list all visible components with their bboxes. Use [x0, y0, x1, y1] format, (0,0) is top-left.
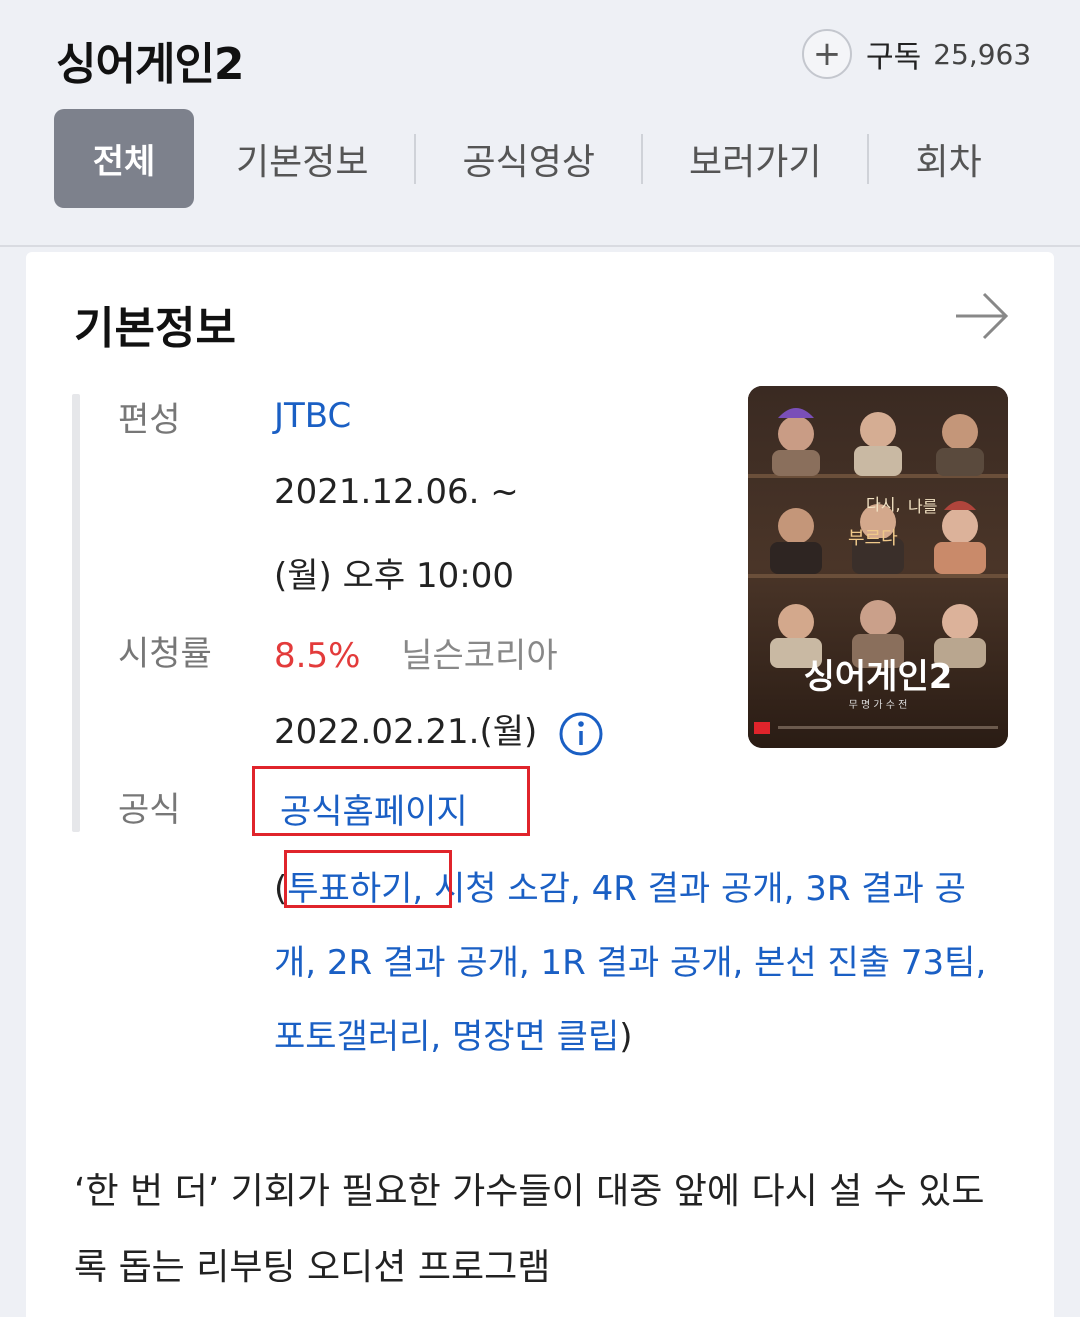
- tab-all[interactable]: 전체: [54, 109, 194, 208]
- highlight-box-homepage: [252, 766, 530, 836]
- round1-result-link[interactable]: 1R 결과 공개: [541, 943, 733, 983]
- svg-text:다시,: 다시,: [866, 495, 901, 514]
- tab-episodes[interactable]: 회차: [869, 134, 1027, 184]
- svg-text:무 명 가 수 전: 무 명 가 수 전: [849, 699, 908, 711]
- subscribe-button[interactable]: + 구독 25,963: [802, 28, 1031, 80]
- basic-info-card: 기본정보 편성 JTBC 2021.12.06. ~ (월) 오후 10:00 …: [26, 252, 1054, 1317]
- rating-date: 2022.02.21.(월): [274, 712, 538, 752]
- finalists-link[interactable]: 본선 진출 73팀: [754, 943, 975, 983]
- program-poster[interactable]: 다시, 나를 부르다 싱어게인2 무 명 가 수 전: [748, 386, 1008, 748]
- start-date: 2021.12.06. ~: [274, 472, 519, 512]
- arrow-right-icon[interactable]: [952, 290, 1012, 342]
- rating-value: 8.5%: [274, 636, 361, 676]
- poster-image: 다시, 나를 부르다 싱어게인2 무 명 가 수 전: [748, 386, 1008, 748]
- rating-row: 8.5% 닐슨코리아: [274, 628, 558, 677]
- broadcast-channel-link[interactable]: JTBC: [274, 396, 351, 436]
- broadcast-label: 편성: [118, 400, 181, 440]
- rating-source: 닐슨코리아: [401, 636, 558, 676]
- official-label: 공식: [118, 790, 181, 830]
- poster-title-text: 싱어게인2: [804, 657, 953, 697]
- info-icon[interactable]: [558, 711, 604, 757]
- program-title[interactable]: 싱어게인2: [56, 28, 245, 92]
- photo-gallery-link[interactable]: 포토갤러리: [274, 1017, 430, 1057]
- info-side-bar: [72, 394, 80, 832]
- rating-date-row: 2022.02.21.(월): [274, 704, 604, 757]
- svg-text:부르다: 부르다: [848, 528, 898, 549]
- svg-text:나를: 나를: [908, 497, 937, 516]
- subscribe-count: 25,963: [933, 37, 1032, 71]
- plus-icon: +: [802, 29, 852, 79]
- section-title: 기본정보: [74, 303, 236, 354]
- program-description: ‘한 번 더’ 기회가 필요한 가수들이 대중 앞에 다시 설 수 있도록 돕는…: [74, 1171, 985, 1288]
- round2-result-link[interactable]: 2R 결과 공개: [327, 943, 519, 983]
- viewer-review-link[interactable]: 시청 소감: [434, 869, 570, 909]
- rating-label: 시청률: [118, 634, 212, 674]
- tab-official-video[interactable]: 공식영상: [416, 134, 640, 184]
- tab-basic-info[interactable]: 기본정보: [194, 134, 414, 184]
- highlight-box-vote: [284, 850, 452, 908]
- subscribe-label: 구독: [866, 40, 922, 75]
- highlight-clip-link[interactable]: 명장면 클립: [452, 1017, 619, 1057]
- tab-bar: 전체 기본정보 공식영상 보러가기 회차: [54, 109, 1028, 208]
- air-time: (월) 오후 10:00: [274, 556, 514, 596]
- round4-result-link[interactable]: 4R 결과 공개: [592, 869, 784, 909]
- paren-close: ): [619, 1017, 633, 1057]
- top-header: 싱어게인2 + 구독 25,963 전체 기본정보 공식영상 보러가기 회차: [0, 0, 1080, 247]
- tab-where-to-watch[interactable]: 보러가기: [643, 134, 867, 184]
